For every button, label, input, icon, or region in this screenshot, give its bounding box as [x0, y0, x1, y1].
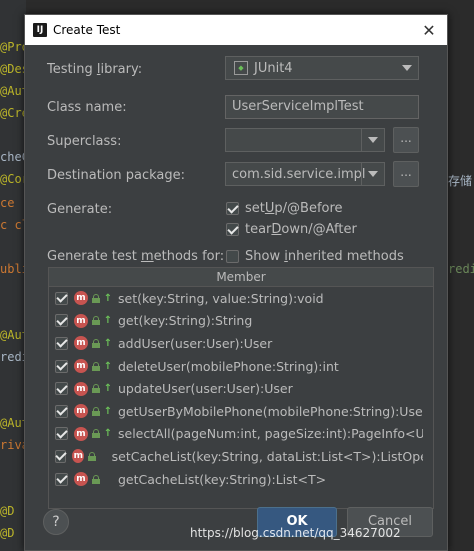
implements-icon: ↑: [103, 292, 113, 304]
chevron-down-icon: [396, 57, 418, 79]
member-signature: getCacheList(key:String):List<T>: [118, 471, 327, 487]
intellij-app-icon: IJ: [33, 23, 47, 37]
implements-icon: ↑: [103, 428, 113, 440]
implements-icon: ↑: [103, 405, 113, 417]
member-checkbox[interactable]: [55, 359, 68, 373]
setup-label: setUp/@Before: [245, 201, 343, 216]
member-column-header[interactable]: Member: [49, 268, 433, 287]
lock-icon: [92, 474, 100, 484]
members-list: m ↑ set(key:String, value:String):void m ↑ ge…: [49, 287, 433, 490]
show-inherited-row[interactable]: Show inherited methods: [226, 249, 404, 264]
generate-label: Generate:: [47, 202, 113, 217]
show-inherited-checkbox[interactable]: [226, 250, 239, 263]
superclass-browse-button[interactable]: ...: [393, 127, 419, 153]
member-signature: getUserByMobilePhone(mobilePhone:String)…: [118, 403, 423, 419]
setup-checkbox[interactable]: [226, 202, 239, 215]
method-icon: m: [74, 291, 88, 306]
table-row[interactable]: m ↑ updateUser(user:User):User: [49, 377, 433, 400]
method-icon: m: [74, 472, 88, 487]
method-icon: m: [74, 381, 88, 396]
bg-code-line: @D: [0, 526, 15, 540]
member-signature: selectAll(pageNum:int, pageSize:int):Pag…: [118, 426, 425, 442]
table-row[interactable]: m ↑ addUser(user:User):User: [49, 332, 433, 355]
lock-icon: [92, 429, 100, 439]
destination-package-label: Destination package:: [47, 168, 185, 183]
teardown-checkbox-row[interactable]: tearDown/@After: [226, 222, 357, 237]
table-row[interactable]: m ↑ deleteUser(mobilePhone:String):int: [49, 355, 433, 378]
superclass-combo[interactable]: [225, 128, 385, 152]
bg-code-line: ce: [0, 196, 15, 210]
testing-library-select[interactable]: ◆ JUnit4: [225, 56, 419, 80]
lock-icon: [92, 406, 100, 416]
methods-for-label: Generate test methods for:: [47, 249, 225, 264]
setup-checkbox-row[interactable]: setUp/@Before: [226, 201, 343, 216]
method-icon: m: [74, 313, 88, 328]
lock-icon: [92, 338, 100, 348]
table-row[interactable]: m ↑ get(key:String):String: [49, 310, 433, 333]
method-icon: m: [74, 359, 88, 374]
lock-icon: [92, 316, 100, 326]
testing-library-value: JUnit4: [254, 60, 293, 76]
implements-icon: ↑: [103, 383, 113, 395]
table-row[interactable]: m ↑ selectAll(pageNum:int, pageSize:int):P…: [49, 423, 433, 446]
method-icon: m: [74, 404, 88, 419]
table-row[interactable]: m ↑ set(key:String, value:String):void: [49, 287, 433, 310]
testing-library-label: Testing library:: [47, 62, 143, 77]
implements-icon: ↑: [103, 360, 113, 372]
bg-code-line: 存储: [448, 174, 473, 188]
members-table: Member m ↑ set(key:String, value:String):v…: [48, 267, 434, 509]
teardown-label: tearDown/@After: [245, 222, 357, 237]
member-checkbox[interactable]: [55, 472, 68, 486]
teardown-checkbox[interactable]: [226, 223, 239, 236]
method-icon: m: [72, 449, 85, 464]
vertical-scrollbar[interactable]: [423, 287, 433, 507]
create-test-dialog: IJ Create Test ✕ Testing library: ◆ JUni…: [24, 14, 448, 551]
member-signature: set(key:String, value:String):void: [118, 290, 324, 306]
member-checkbox[interactable]: [55, 336, 68, 350]
close-icon[interactable]: ✕: [411, 21, 447, 40]
chevron-down-icon[interactable]: [361, 163, 384, 185]
member-signature: deleteUser(mobilePhone:String):int: [118, 358, 339, 374]
member-checkbox[interactable]: [55, 427, 68, 441]
table-row[interactable]: m↑setCacheList(key:String, dataList:List…: [49, 445, 433, 468]
class-name-label: Class name:: [47, 100, 127, 115]
window-title: Create Test: [53, 23, 121, 37]
destination-package-value: com.sid.service.impl: [232, 166, 366, 182]
member-signature: addUser(user:User):User: [118, 335, 273, 351]
implements-icon: ↑: [103, 315, 113, 327]
lock-icon: [88, 451, 97, 461]
member-checkbox[interactable]: [55, 291, 68, 305]
watermark-text: https://blog.csdn.net/qq_34627002: [190, 526, 401, 540]
junit-icon: ◆: [234, 61, 248, 75]
lock-icon: [92, 384, 100, 394]
member-checkbox[interactable]: [55, 449, 67, 463]
show-inherited-label: Show inherited methods: [245, 249, 404, 264]
chevron-down-icon[interactable]: [361, 129, 384, 151]
destination-browse-button[interactable]: ...: [393, 161, 419, 187]
bg-code-line: redi: [448, 262, 474, 276]
destination-package-combo[interactable]: com.sid.service.impl: [225, 162, 385, 186]
member-checkbox[interactable]: [55, 404, 68, 418]
bg-code-line: @D: [0, 504, 15, 518]
class-name-input[interactable]: UserServiceImplTest: [225, 95, 419, 119]
member-signature: updateUser(user:User):User: [118, 381, 293, 397]
lock-icon: [92, 293, 100, 303]
table-row[interactable]: m↑getCacheList(key:String):List<T>: [49, 468, 433, 491]
lock-icon: [92, 361, 100, 371]
member-checkbox[interactable]: [55, 314, 68, 328]
help-button[interactable]: ?: [43, 509, 69, 535]
implements-icon: ↑: [103, 337, 113, 349]
title-bar: IJ Create Test ✕: [25, 15, 447, 45]
superclass-label: Superclass:: [47, 134, 122, 149]
table-row[interactable]: m ↑ getUserByMobilePhone(mobilePhone:Strin…: [49, 400, 433, 423]
method-icon: m: [74, 336, 88, 351]
method-icon: m: [74, 426, 88, 441]
member-signature: get(key:String):String: [118, 313, 253, 329]
member-checkbox[interactable]: [55, 382, 68, 396]
member-signature: setCacheList(key:String, dataList:List<T…: [111, 448, 433, 464]
